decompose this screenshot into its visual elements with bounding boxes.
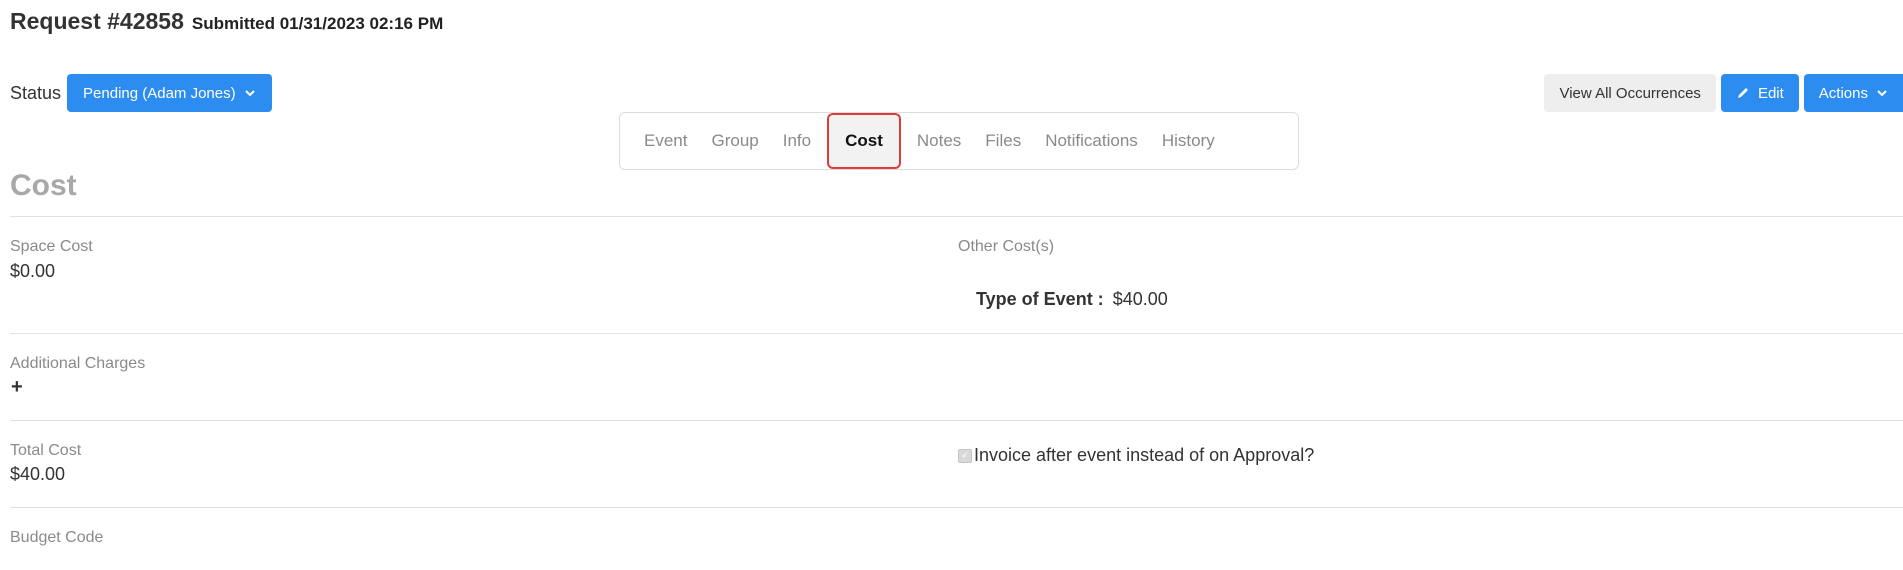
tab-group[interactable]: Group: [699, 121, 770, 161]
space-cost-label: Space Cost: [10, 238, 93, 255]
edit-label: Edit: [1757, 84, 1784, 102]
type-of-event-line: Type of Event : $40.00: [976, 289, 1168, 310]
type-of-event-value: $40.00: [1112, 289, 1168, 309]
section-title: Cost: [10, 169, 77, 202]
total-cost-value: $40.00: [10, 464, 66, 484]
tab-files[interactable]: Files: [973, 121, 1033, 161]
divider: [10, 333, 1903, 334]
tab-info[interactable]: Info: [771, 121, 823, 161]
invoice-option: ✓ Invoice after event instead of on Appr…: [958, 445, 1314, 466]
divider: [10, 216, 1903, 217]
status-label: Status: [10, 82, 62, 103]
tab-history[interactable]: History: [1150, 121, 1227, 161]
chevron-down-icon: [244, 90, 255, 97]
header-actions: View All Occurrences Edit Actions: [1544, 74, 1903, 112]
actions-dropdown-button[interactable]: Actions: [1803, 74, 1903, 112]
add-charge-button[interactable]: +: [11, 376, 23, 399]
tab-notifications[interactable]: Notifications: [1033, 121, 1150, 161]
status-value: Pending (Adam Jones): [83, 84, 236, 102]
status-dropdown-button[interactable]: Pending (Adam Jones): [67, 74, 272, 112]
page-header: Request #42858 Submitted 01/31/2023 02:1…: [10, 8, 443, 35]
view-all-occurrences-button[interactable]: View All Occurrences: [1544, 74, 1716, 112]
budget-code-label: Budget Code: [10, 529, 104, 546]
tab-cost[interactable]: Cost: [829, 115, 899, 167]
other-costs-label: Other Cost(s): [958, 238, 1055, 255]
page-title: Request #42858: [10, 8, 184, 34]
edit-button[interactable]: Edit: [1720, 74, 1799, 112]
tab-bar: Event Group Info Cost Notes Files Notifi…: [619, 112, 1299, 170]
invoice-checkbox[interactable]: ✓: [958, 448, 972, 463]
submitted-timestamp: Submitted 01/31/2023 02:16 PM: [191, 14, 444, 33]
tab-event[interactable]: Event: [632, 121, 699, 161]
pencil-icon: [1737, 88, 1748, 98]
space-cost-value: $0.00: [10, 261, 56, 281]
additional-charges-label: Additional Charges: [10, 355, 146, 372]
divider: [10, 420, 1903, 421]
tab-notes[interactable]: Notes: [905, 121, 973, 161]
total-cost-label: Total Cost: [10, 442, 82, 459]
invoice-label: Invoice after event instead of on Approv…: [974, 445, 1315, 465]
chevron-down-icon: [1877, 90, 1887, 97]
type-of-event-label: Type of Event :: [976, 289, 1104, 309]
divider: [10, 507, 1903, 508]
actions-label: Actions: [1818, 84, 1868, 102]
status-row: Status Pending (Adam Jones): [10, 74, 272, 112]
